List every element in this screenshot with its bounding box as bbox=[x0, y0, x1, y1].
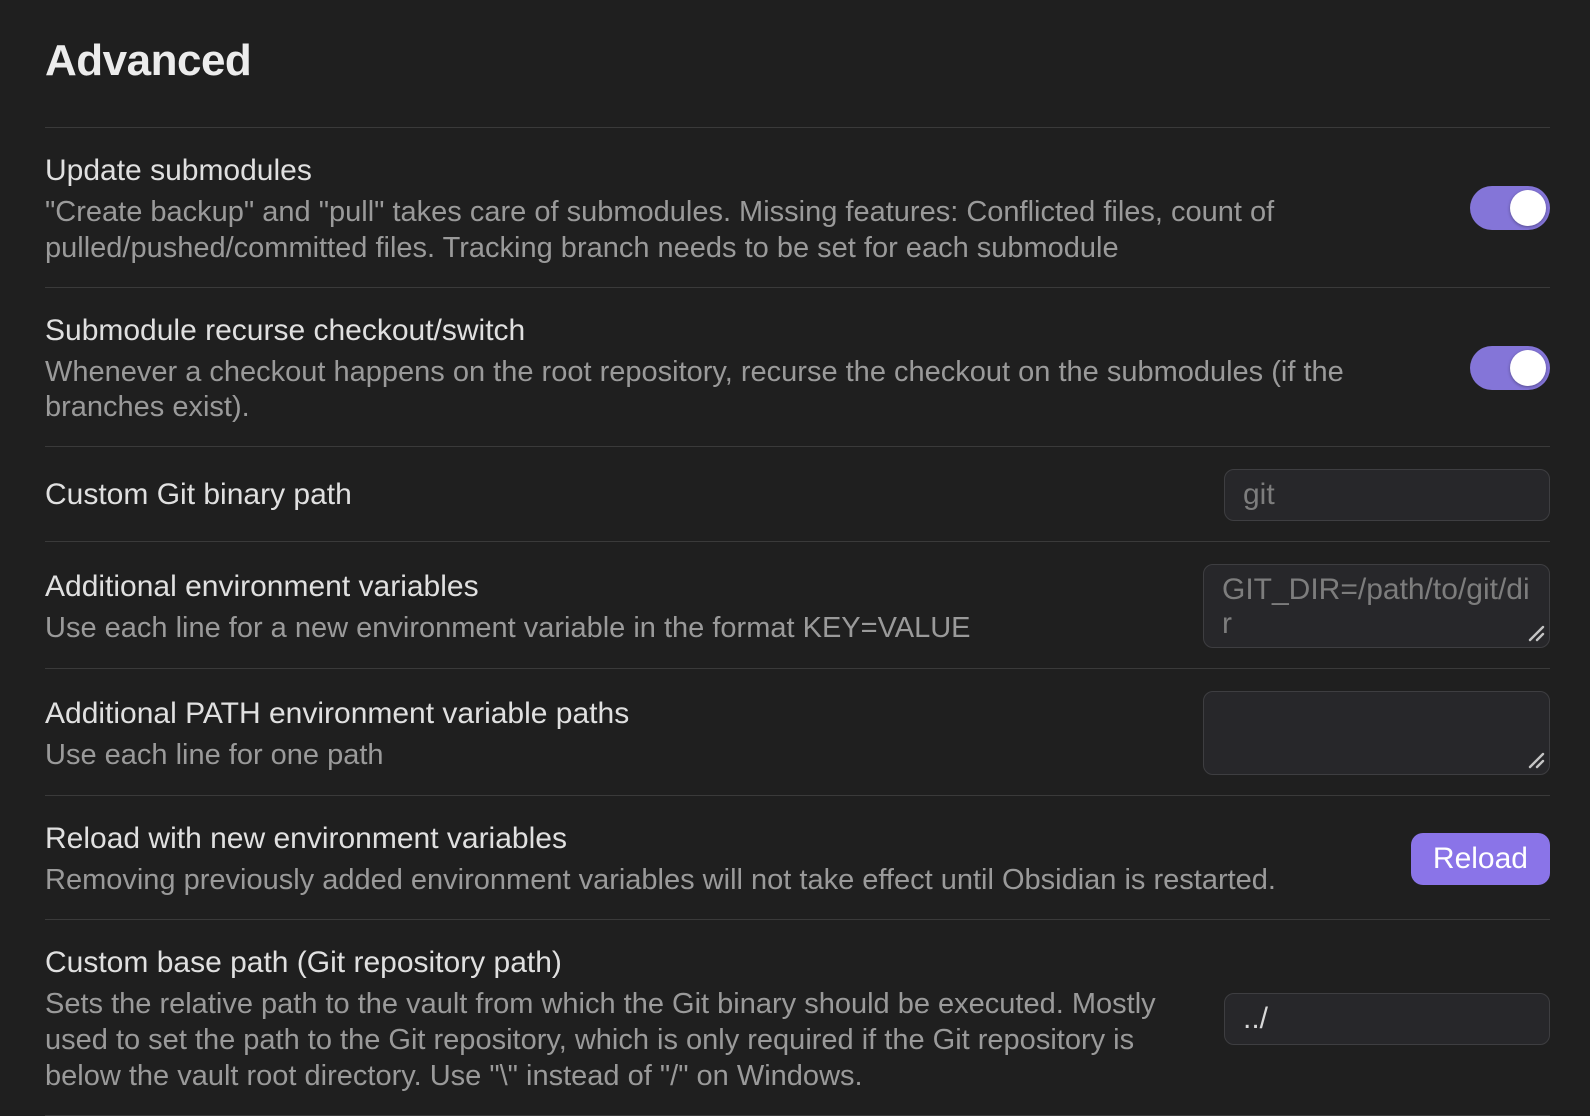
setting-name: Additional environment variables bbox=[45, 566, 1169, 608]
setting-description: Use each line for one path bbox=[45, 738, 1169, 774]
path-env-paths-textarea[interactable] bbox=[1203, 691, 1550, 775]
setting-control: Reload bbox=[1411, 833, 1550, 885]
custom-base-path-input[interactable] bbox=[1224, 993, 1550, 1045]
settings-list: Update submodules "Create backup" and "p… bbox=[45, 127, 1550, 1116]
setting-description: Sets the relative path to the vault from… bbox=[45, 987, 1190, 1095]
setting-control bbox=[1224, 469, 1550, 521]
setting-info: Custom base path (Git repository path) S… bbox=[45, 942, 1224, 1095]
setting-description: Use each line for a new environment vari… bbox=[45, 611, 1169, 647]
toggle-knob bbox=[1510, 190, 1546, 226]
section-title: Advanced bbox=[45, 36, 1550, 87]
setting-control bbox=[1470, 346, 1550, 390]
setting-row-reload-env: Reload with new environment variables Re… bbox=[45, 795, 1550, 919]
settings-panel-advanced: Advanced Update submodules "Create backu… bbox=[0, 36, 1590, 1116]
setting-name: Additional PATH environment variable pat… bbox=[45, 693, 1169, 735]
reload-button[interactable]: Reload bbox=[1411, 833, 1550, 885]
setting-info: Submodule recurse checkout/switch Whenev… bbox=[45, 310, 1470, 427]
setting-control bbox=[1224, 993, 1550, 1045]
setting-name: Reload with new environment variables bbox=[45, 818, 1377, 860]
setting-name: Submodule recurse checkout/switch bbox=[45, 310, 1436, 352]
setting-info: Update submodules "Create backup" and "p… bbox=[45, 150, 1470, 267]
setting-control bbox=[1470, 186, 1550, 230]
textarea-wrapper bbox=[1203, 691, 1550, 775]
setting-description: Removing previously added environment va… bbox=[45, 863, 1377, 899]
setting-name: Custom base path (Git repository path) bbox=[45, 942, 1190, 984]
setting-row-update-submodules: Update submodules "Create backup" and "p… bbox=[45, 127, 1550, 287]
toggle-knob bbox=[1510, 350, 1546, 386]
env-variables-textarea[interactable] bbox=[1203, 564, 1550, 648]
setting-info: Additional environment variables Use eac… bbox=[45, 566, 1203, 647]
submodule-recurse-toggle[interactable] bbox=[1470, 346, 1550, 390]
setting-control bbox=[1203, 564, 1550, 648]
setting-name: Update submodules bbox=[45, 150, 1436, 192]
setting-row-submodule-recurse: Submodule recurse checkout/switch Whenev… bbox=[45, 287, 1550, 447]
setting-row-custom-base-path: Custom base path (Git repository path) S… bbox=[45, 919, 1550, 1116]
setting-info: Reload with new environment variables Re… bbox=[45, 818, 1411, 899]
setting-control bbox=[1203, 691, 1550, 775]
textarea-wrapper bbox=[1203, 564, 1550, 648]
setting-info: Additional PATH environment variable pat… bbox=[45, 693, 1203, 774]
setting-row-env-variables: Additional environment variables Use eac… bbox=[45, 541, 1550, 668]
setting-row-path-env-paths: Additional PATH environment variable pat… bbox=[45, 668, 1550, 795]
setting-description: Whenever a checkout happens on the root … bbox=[45, 355, 1436, 427]
setting-name: Custom Git binary path bbox=[45, 474, 1190, 516]
update-submodules-toggle[interactable] bbox=[1470, 186, 1550, 230]
setting-row-git-binary-path: Custom Git binary path bbox=[45, 446, 1550, 541]
setting-description: "Create backup" and "pull" takes care of… bbox=[45, 195, 1436, 267]
setting-info: Custom Git binary path bbox=[45, 474, 1224, 516]
git-binary-path-input[interactable] bbox=[1224, 469, 1550, 521]
